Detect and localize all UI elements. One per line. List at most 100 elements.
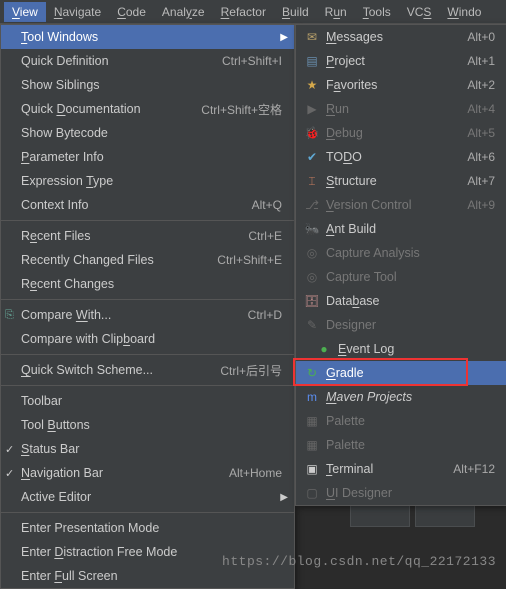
view-menu-dropdown: Tool Windows▶Quick DefinitionCtrl+Shift+… [0, 24, 295, 589]
menubar-vcs[interactable]: VCS [399, 2, 440, 22]
submenu-item-label: Palette [326, 438, 495, 452]
folder-icon: ▤ [304, 53, 320, 69]
palette-icon: ▦ [304, 413, 320, 429]
menubar-view[interactable]: View [4, 2, 46, 22]
shortcut-label: Ctrl+E [248, 229, 282, 243]
shortcut-label: Alt+0 [467, 30, 495, 44]
submenu-item-structure[interactable]: ⌶StructureAlt+7 [296, 169, 506, 193]
submenu-item-gradle[interactable]: ↻ Gradle [296, 361, 506, 385]
menu-item-recent-changes[interactable]: Recent Changes [1, 272, 294, 296]
menubar-build[interactable]: Build [274, 2, 317, 22]
submenu-item-run: ▶RunAlt+4 [296, 97, 506, 121]
shortcut-label: Alt+1 [467, 54, 495, 68]
submenu-item-label: Designer [326, 318, 495, 332]
shortcut-label: Alt+F12 [453, 462, 495, 476]
submenu-item-label: Ant Build [326, 222, 495, 236]
submenu-item-maven-projects[interactable]: m Maven Projects [296, 385, 506, 409]
shortcut-label: Ctrl+后引号 [220, 362, 282, 379]
submenu-item-database[interactable]: 🗄Database [296, 289, 506, 313]
menu-item-navigation-bar[interactable]: ✓Navigation BarAlt+Home [1, 461, 294, 485]
menu-item-label: Compare With... [21, 308, 248, 322]
capture-icon: ◎ [304, 245, 320, 261]
submenu-item-todo[interactable]: ✔TODOAlt+6 [296, 145, 506, 169]
ant-icon: 🐜 [304, 221, 320, 237]
message-icon: ✉ [304, 29, 320, 45]
shortcut-label: Ctrl+D [248, 308, 282, 322]
submenu-item-label: Debug [326, 126, 467, 140]
menubar-tools[interactable]: Tools [355, 2, 399, 22]
submenu-item-label: Gradle [326, 366, 495, 380]
menu-item-recent-files[interactable]: Recent FilesCtrl+E [1, 224, 294, 248]
menu-item-status-bar[interactable]: ✓ Status Bar [1, 437, 294, 461]
menubar-code[interactable]: Code [109, 2, 154, 22]
menu-item-parameter-info[interactable]: Parameter Info [1, 145, 294, 169]
submenu-item-label: Terminal [326, 462, 453, 476]
menu-item-recently-changed-files[interactable]: Recently Changed FilesCtrl+Shift+E [1, 248, 294, 272]
gradle-icon: ↻ [304, 365, 320, 381]
watermark: https://blog.csdn.net/qq_22172133 [222, 554, 496, 569]
menu-item-label: Status Bar [21, 442, 282, 456]
menu-item-tool-windows[interactable]: Tool Windows▶ [1, 25, 294, 49]
submenu-item-terminal[interactable]: ▣TerminalAlt+F12 [296, 457, 506, 481]
balloon-icon: ● [316, 341, 332, 357]
submenu-item-label: Maven Projects [326, 390, 495, 404]
menu-item-toolbar[interactable]: Toolbar [1, 389, 294, 413]
menu-item-active-editor[interactable]: Active Editor▶ [1, 485, 294, 509]
submenu-item-label: Project [326, 54, 467, 68]
menu-item-compare-with-[interactable]: ⎘ Compare With...Ctrl+D [1, 303, 294, 327]
submenu-item-event-log[interactable]: ●Event Log [296, 337, 506, 361]
compare-icon: ⎘ [5, 309, 14, 322]
menu-item-label: Toolbar [21, 394, 282, 408]
menu-item-compare-with-clipboard[interactable]: Compare with Clipboard [1, 327, 294, 351]
submenu-item-label: Run [326, 102, 467, 116]
menu-item-label: Tool Windows [21, 30, 282, 44]
menubar-run[interactable]: Run [317, 2, 355, 22]
menu-item-label: Navigation Bar [21, 466, 229, 480]
menu-item-label: Compare with Clipboard [21, 332, 282, 346]
menubar: ViewNavigateCodeAnalyzeRefactorBuildRunT… [0, 0, 506, 24]
menu-item-show-siblings[interactable]: Show Siblings [1, 73, 294, 97]
menu-item-quick-definition[interactable]: Quick DefinitionCtrl+Shift+I [1, 49, 294, 73]
shortcut-label: Alt+2 [467, 78, 495, 92]
submenu-item-label: Structure [326, 174, 467, 188]
submenu-item-ant-build[interactable]: 🐜 Ant Build [296, 217, 506, 241]
maven-icon: m [304, 389, 320, 405]
menubar-refactor[interactable]: Refactor [213, 2, 274, 22]
ui-icon: ▢ [304, 485, 320, 501]
menu-item-label: Tool Buttons [21, 418, 282, 432]
menu-item-label: Enter Full Screen [21, 569, 282, 583]
menu-item-label: Context Info [21, 198, 252, 212]
submenu-item-designer: ✎ Designer [296, 313, 506, 337]
menubar-navigate[interactable]: Navigate [46, 2, 109, 22]
capture-icon: ◎ [304, 269, 320, 285]
submenu-item-capture-tool: ◎Capture Tool [296, 265, 506, 289]
menu-item-show-bytecode[interactable]: Show Bytecode [1, 121, 294, 145]
menu-item-context-info[interactable]: Context InfoAlt+Q [1, 193, 294, 217]
shortcut-label: Ctrl+Shift+E [217, 253, 282, 267]
submenu-item-project[interactable]: ▤ ProjectAlt+1 [296, 49, 506, 73]
submenu-item-label: Capture Analysis [326, 246, 495, 260]
menu-item-label: Quick Documentation [21, 102, 201, 116]
submenu-item-messages[interactable]: ✉MessagesAlt+0 [296, 25, 506, 49]
menubar-analyze[interactable]: Analyze [154, 2, 213, 22]
menu-item-tool-buttons[interactable]: Tool Buttons [1, 413, 294, 437]
designer-icon: ✎ [304, 317, 320, 333]
menu-item-label: Quick Definition [21, 54, 222, 68]
menu-item-label: Show Siblings [21, 78, 282, 92]
submenu-item-favorites[interactable]: ★FavoritesAlt+2 [296, 73, 506, 97]
menubar-windo[interactable]: Windo [439, 2, 489, 22]
check-icon: ✓ [5, 443, 14, 456]
menu-item-quick-documentation[interactable]: Quick DocumentationCtrl+Shift+空格 [1, 97, 294, 121]
menu-item-label: Recently Changed Files [21, 253, 217, 267]
debug-icon: 🐞 [304, 125, 320, 141]
menu-item-quick-switch-scheme-[interactable]: Quick Switch Scheme...Ctrl+后引号 [1, 358, 294, 382]
menu-item-expression-type[interactable]: Expression Type [1, 169, 294, 193]
submenu-item-capture-analysis: ◎ Capture Analysis [296, 241, 506, 265]
submenu-item-debug: 🐞DebugAlt+5 [296, 121, 506, 145]
shortcut-label: Alt+6 [467, 150, 495, 164]
menu-item-label: Expression Type [21, 174, 282, 188]
submenu-arrow-icon: ▶ [280, 492, 288, 503]
star-icon: ★ [304, 77, 320, 93]
palette-icon: ▦ [304, 437, 320, 453]
menu-item-enter-presentation-mode[interactable]: Enter Presentation Mode [1, 516, 294, 540]
